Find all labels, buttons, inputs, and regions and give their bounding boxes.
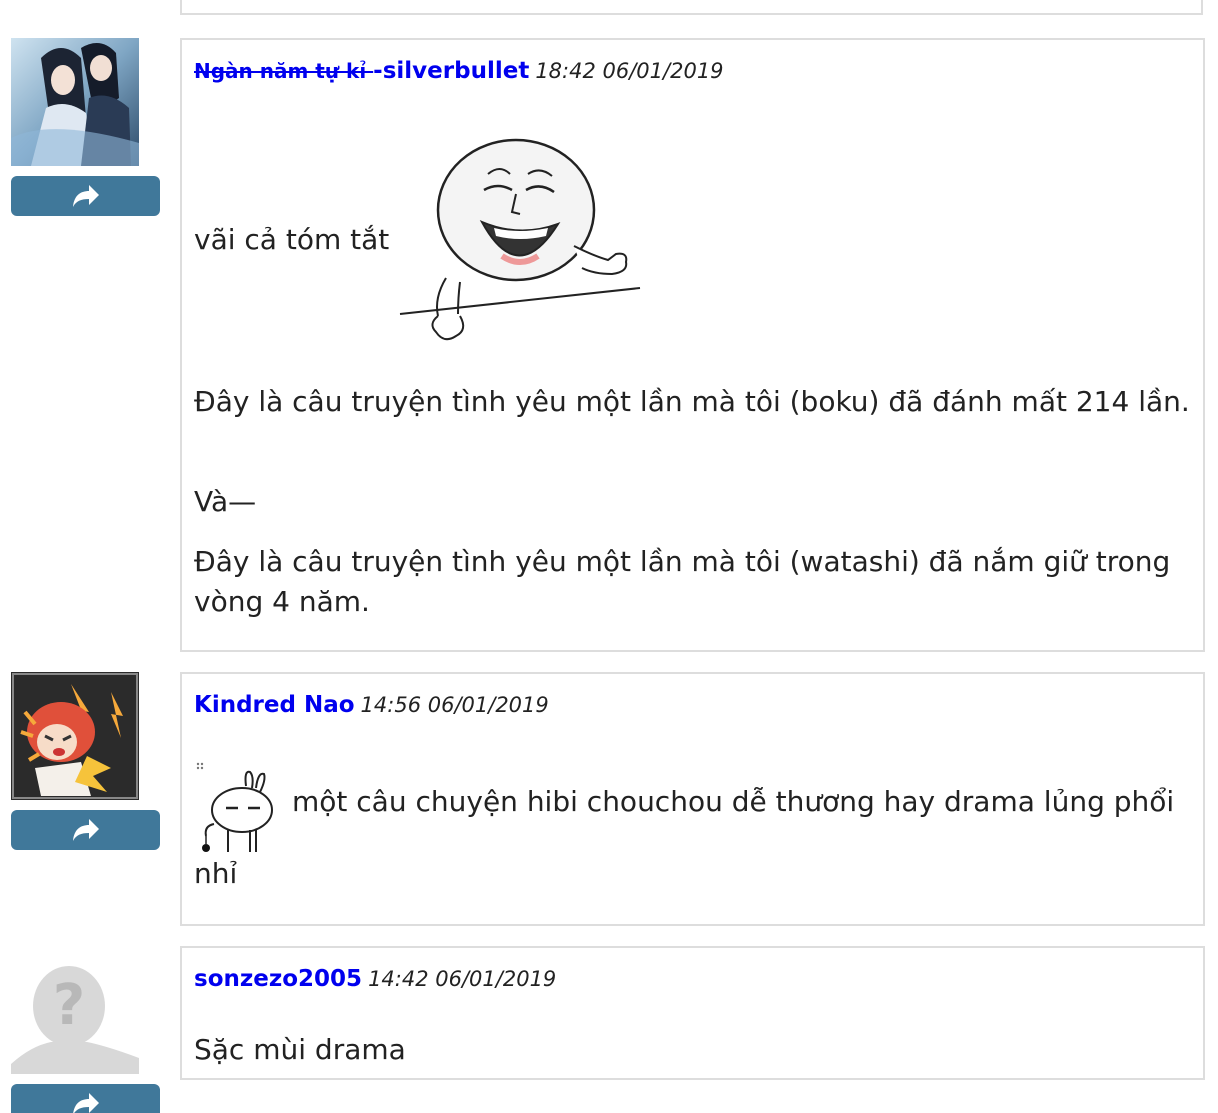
username-link[interactable]: Kindred Nao: [194, 692, 355, 718]
previous-comment-box: [180, 0, 1203, 15]
share-arrow-icon: [72, 819, 99, 841]
comment-header: Kindred Nao 14:56 06/01/2019: [194, 692, 549, 718]
share-arrow-icon: [72, 1093, 99, 1113]
comment-text: vãi cả tóm tắt: [194, 223, 390, 256]
comment-box: sonzezo2005 14:42 06/01/2019 Sặc mùi dram…: [180, 946, 1205, 1080]
default-user-avatar-icon: ?: [11, 946, 139, 1074]
comment-timestamp: 14:56 06/01/2019: [360, 693, 549, 717]
comment-box: Kindred Nao 14:56 06/01/2019 một câu chuy…: [180, 672, 1205, 926]
svg-text:?: ?: [53, 973, 85, 1038]
share-arrow-icon: [72, 185, 99, 207]
comment-header: sonzezo2005 14:42 06/01/2019: [194, 966, 556, 992]
comment-text: một câu chuyện hibi chouchou dễ thương h…: [292, 785, 1175, 818]
comment-text: Sặc mùi drama: [194, 1033, 406, 1066]
comment-timestamp: 18:42 06/01/2019: [535, 59, 724, 83]
comment-header: Ngàn năm tự kỉ -silverbullet 18:42 06/01/…: [194, 58, 724, 84]
user-avatar[interactable]: ?: [11, 946, 139, 1074]
comment-list: Ngàn năm tự kỉ -silverbullet 18:42 06/01/…: [0, 0, 1218, 1113]
share-button[interactable]: [11, 176, 160, 216]
comment-timestamp: 14:42 06/01/2019: [368, 967, 557, 991]
anime-couple-avatar-icon: [11, 38, 139, 166]
comment-paragraph: Đây là câu truyện tình yêu một lần mà tô…: [194, 385, 1190, 418]
user-avatar[interactable]: [11, 38, 139, 166]
username-text: -silverbullet: [373, 58, 530, 84]
comment-paragraph: Đây là câu truyện tình yêu một lần mà tô…: [194, 545, 1171, 618]
username-link[interactable]: sonzezo2005: [194, 966, 362, 992]
anime-girl-avatar-icon: [11, 672, 139, 800]
comment-text-continuation: nhỉ: [194, 857, 238, 890]
share-button[interactable]: [11, 1084, 160, 1113]
rabbit-emoticon-sticker-icon: [196, 762, 273, 852]
comment-box: Ngàn năm tự kỉ -silverbullet 18:42 06/01/…: [180, 38, 1205, 652]
share-button[interactable]: [11, 810, 160, 850]
laughing-meme-face-sticker-icon: [399, 138, 641, 341]
user-avatar[interactable]: [11, 672, 139, 800]
username-link[interactable]: Ngàn năm tự kỉ -silverbullet: [194, 58, 529, 84]
comment-paragraph: Và—: [194, 485, 257, 518]
username-strikethrough: Ngàn năm tự kỉ: [194, 59, 374, 83]
